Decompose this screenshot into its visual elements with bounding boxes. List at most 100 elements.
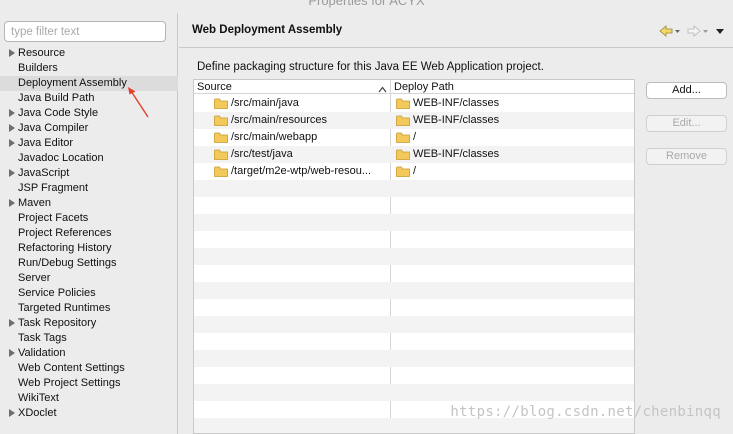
column-header-deploy-path-label: Deploy Path xyxy=(394,81,454,93)
sidebar-item-label: JavaScript xyxy=(18,167,70,179)
sidebar-item-task-tags[interactable]: Task Tags xyxy=(0,331,178,346)
deploy-path: WEB-INF/classes xyxy=(413,97,500,109)
expand-triangle-icon[interactable] xyxy=(9,349,15,357)
sidebar-item-jsp-fragment[interactable]: JSP Fragment xyxy=(0,181,178,196)
sidebar-item-run-debug-settings[interactable]: Run/Debug Settings xyxy=(0,256,178,271)
expand-triangle-icon[interactable] xyxy=(9,124,15,132)
sidebar-item-task-repository[interactable]: Task Repository xyxy=(0,316,178,331)
sidebar-item-label: Run/Debug Settings xyxy=(18,257,117,269)
empty-table-row xyxy=(194,333,634,350)
expand-triangle-icon[interactable] xyxy=(9,139,15,147)
sidebar-item-project-references[interactable]: Project References xyxy=(0,226,178,241)
table-row[interactable]: /src/test/java WEB-INF/classes xyxy=(194,146,634,163)
sidebar-item-java-compiler[interactable]: Java Compiler xyxy=(0,121,178,136)
deploy-path-cell: WEB-INF/classes xyxy=(396,112,632,129)
expand-triangle-icon[interactable] xyxy=(9,409,15,417)
empty-table-row xyxy=(194,214,634,231)
sidebar-item-builders[interactable]: Builders xyxy=(0,61,178,76)
column-header-source-label: Source xyxy=(197,81,232,93)
sidebar-item-label: Java Compiler xyxy=(18,122,89,134)
expand-triangle-icon[interactable] xyxy=(9,169,15,177)
source-path: /src/main/webapp xyxy=(231,131,318,143)
folder-icon xyxy=(214,149,228,160)
sidebar-item-label: Maven xyxy=(18,197,52,209)
empty-table-row xyxy=(194,350,634,367)
table-row[interactable]: /target/m2e-wtp/web-resou... / xyxy=(194,163,634,180)
empty-table-row xyxy=(194,231,634,248)
expand-triangle-icon[interactable] xyxy=(9,109,15,117)
view-menu-icon[interactable] xyxy=(715,25,725,37)
empty-table-row xyxy=(194,180,634,197)
table-row[interactable]: /src/main/webapp / xyxy=(194,129,634,146)
empty-table-row xyxy=(194,248,634,265)
folder-icon xyxy=(396,166,410,177)
folder-icon xyxy=(214,98,228,109)
sidebar-item-project-facets[interactable]: Project Facets xyxy=(0,211,178,226)
sidebar-item-javadoc-location[interactable]: Javadoc Location xyxy=(0,151,178,166)
sidebar-item-label: Java Build Path xyxy=(18,92,95,104)
sidebar-item-java-editor[interactable]: Java Editor xyxy=(0,136,178,151)
empty-table-row xyxy=(194,384,634,401)
sidebar-item-label: Project References xyxy=(18,227,112,239)
folder-icon xyxy=(214,115,228,126)
expand-triangle-icon[interactable] xyxy=(9,199,15,207)
forward-arrow-icon[interactable] xyxy=(687,25,709,37)
folder-icon xyxy=(396,115,410,126)
folder-icon xyxy=(214,166,228,177)
deploy-path: WEB-INF/classes xyxy=(413,114,500,126)
sidebar-item-label: Refactoring History xyxy=(18,242,112,254)
source-path: /src/test/java xyxy=(231,148,293,160)
empty-table-row xyxy=(194,282,634,299)
sidebar-item-javascript[interactable]: JavaScript xyxy=(0,166,178,181)
folder-icon xyxy=(396,98,410,109)
page-header: Web Deployment Assembly xyxy=(179,13,733,48)
sidebar-item-xdoclet[interactable]: XDoclet xyxy=(0,406,178,421)
source-cell: /src/main/resources xyxy=(214,112,388,129)
deploy-path-cell: WEB-INF/classes xyxy=(396,146,632,163)
sidebar-item-service-policies[interactable]: Service Policies xyxy=(0,286,178,301)
sidebar-item-maven[interactable]: Maven xyxy=(0,196,178,211)
deploy-path-cell: / xyxy=(396,163,632,180)
edit-button[interactable]: Edit... xyxy=(646,115,727,132)
sidebar-item-wikitext[interactable]: WikiText xyxy=(0,391,178,406)
sidebar-item-label: Task Repository xyxy=(18,317,97,329)
sidebar-item-refactoring-history[interactable]: Refactoring History xyxy=(0,241,178,256)
sidebar-item-web-content-settings[interactable]: Web Content Settings xyxy=(0,361,178,376)
column-header-source[interactable]: Source xyxy=(194,80,391,94)
sidebar-item-web-project-settings[interactable]: Web Project Settings xyxy=(0,376,178,391)
source-path: /src/main/java xyxy=(231,97,299,109)
add-button[interactable]: Add... xyxy=(646,82,727,99)
page-description: Define packaging structure for this Java… xyxy=(197,61,544,73)
table-row[interactable]: /src/main/java WEB-INF/classes xyxy=(194,95,634,112)
deploy-path: WEB-INF/classes xyxy=(413,148,500,160)
table-row[interactable]: /src/main/resources WEB-INF/classes xyxy=(194,112,634,129)
expand-triangle-icon[interactable] xyxy=(9,319,15,327)
sidebar-item-targeted-runtimes[interactable]: Targeted Runtimes xyxy=(0,301,178,316)
sidebar-item-validation[interactable]: Validation xyxy=(0,346,178,361)
expand-triangle-icon[interactable] xyxy=(9,49,15,57)
back-arrow-icon[interactable] xyxy=(659,25,681,37)
assembly-table: Source Deploy Path /src/main/java WEB-INF… xyxy=(193,79,635,434)
folder-icon xyxy=(396,132,410,143)
window-title: Properties for ACYX xyxy=(308,0,425,8)
source-cell: /src/main/java xyxy=(214,95,388,112)
property-pages-sidebar: Resource Builders Deployment Assembly Java … xyxy=(0,13,178,434)
column-header-deploy-path[interactable]: Deploy Path xyxy=(391,80,634,94)
sidebar-item-label: Java Code Style xyxy=(18,107,99,119)
remove-button[interactable]: Remove xyxy=(646,148,727,165)
sidebar-item-label: Java Editor xyxy=(18,137,74,149)
empty-table-row xyxy=(194,316,634,333)
sidebar-item-server[interactable]: Server xyxy=(0,271,178,286)
sidebar-item-label: Server xyxy=(18,272,51,284)
sidebar-item-label: Validation xyxy=(18,347,66,359)
sidebar-item-label: Builders xyxy=(18,62,58,74)
page-title: Web Deployment Assembly xyxy=(192,24,343,36)
deploy-path-cell: / xyxy=(396,129,632,146)
empty-table-row xyxy=(194,418,634,433)
sidebar-item-label: Project Facets xyxy=(18,212,89,224)
sidebar-item-label: Web Content Settings xyxy=(18,362,125,374)
sidebar-item-resource[interactable]: Resource xyxy=(0,46,178,61)
sidebar-item-label: Task Tags xyxy=(18,332,67,344)
source-path: /src/main/resources xyxy=(231,114,327,126)
filter-input[interactable] xyxy=(4,21,166,42)
